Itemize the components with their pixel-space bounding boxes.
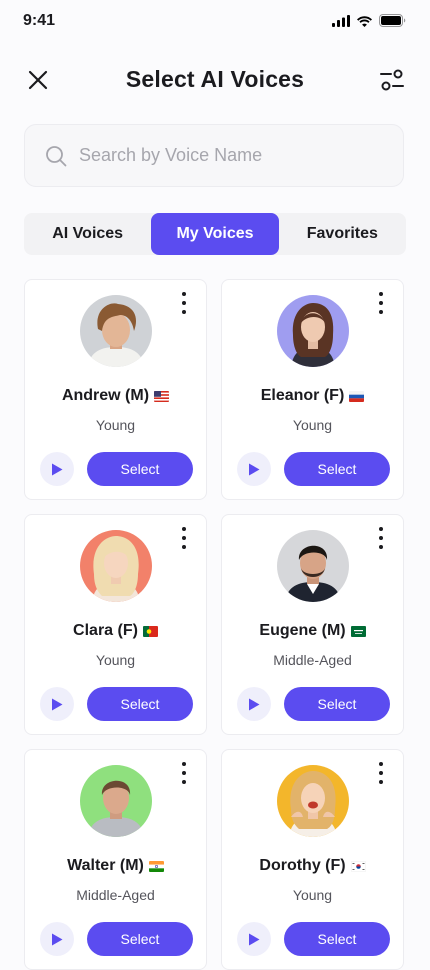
voice-tabs: AI Voices My Voices Favorites [24,213,406,255]
select-button[interactable]: Select [87,922,193,956]
play-icon [52,933,63,945]
play-icon [52,463,63,475]
voice-age: Young [292,887,333,903]
status-bar: 9:41 [0,0,430,44]
play-button[interactable] [40,922,74,956]
more-options-icon[interactable] [178,527,190,549]
voice-age: Middle-Aged [273,652,352,668]
search-input[interactable] [77,144,381,167]
more-options-icon[interactable] [178,762,190,784]
voice-card-dorothy: Dorothy (F) Young Select [221,749,404,970]
play-icon [249,698,260,710]
voice-name: Clara (F) [25,622,206,640]
play-icon [52,698,63,710]
more-options-icon[interactable] [375,292,387,314]
select-button[interactable]: Select [284,922,390,956]
status-icons [332,14,406,27]
signal-icon [332,14,350,27]
voice-name: Walter (M) [25,857,206,875]
more-options-icon[interactable] [178,292,190,314]
select-button[interactable]: Select [284,687,390,721]
voice-age: Young [95,417,136,433]
search-box[interactable] [24,124,404,187]
play-button[interactable] [237,687,271,721]
avatar [80,295,152,367]
tab-my-voices[interactable]: My Voices [151,213,279,255]
voice-age: Young [292,417,333,433]
play-button[interactable] [40,452,74,486]
voice-card-andrew: Andrew (M) Young Select [24,279,207,500]
avatar [277,295,349,367]
play-icon [249,933,260,945]
avatar [277,530,349,602]
sa-flag-icon [350,625,366,637]
voice-card-clara: Clara (F) Young Select [24,514,207,735]
more-options-icon[interactable] [375,762,387,784]
voice-name: Eugene (M) [222,622,403,640]
header: Select AI Voices [0,56,430,104]
avatar [80,530,152,602]
voice-name-text: Eugene (M) [259,622,346,639]
wifi-icon [357,15,372,27]
filter-button[interactable] [376,64,408,96]
play-button[interactable] [237,922,271,956]
in-flag-icon [148,860,164,872]
voice-name: Eleanor (F) [222,387,403,405]
play-button[interactable] [237,452,271,486]
voice-name-text: Eleanor (F) [260,387,345,404]
voice-name: Andrew (M) [25,387,206,405]
tab-favorites[interactable]: Favorites [279,213,406,255]
search-icon [46,145,67,166]
filter-icon [380,69,404,91]
voice-age: Middle-Aged [76,887,155,903]
select-button[interactable]: Select [87,452,193,486]
page-title: Select AI Voices [125,66,305,92]
avatar [80,765,152,837]
select-button[interactable]: Select [87,687,193,721]
pt-flag-icon [142,625,158,637]
us-flag-icon [154,390,170,402]
status-time: 9:41 [23,12,56,29]
play-button[interactable] [40,687,74,721]
voice-age: Young [95,652,136,668]
voice-name-text: Andrew (M) [61,387,150,404]
voice-name: Dorothy (F) [222,857,403,875]
voice-name-text: Clara (F) [73,622,138,639]
voice-card-eugene: Eugene (M) Middle-Aged Select [221,514,404,735]
voice-card-eleanor: Eleanor (F) Young Select [221,279,404,500]
voice-card-walter: Walter (M) Middle-Aged Select [24,749,207,970]
avatar [277,765,349,837]
more-options-icon[interactable] [375,527,387,549]
battery-icon [379,14,406,27]
select-button[interactable]: Select [284,452,390,486]
voice-name-text: Walter (M) [67,857,144,874]
tab-ai-voices[interactable]: AI Voices [24,213,151,255]
voice-name-text: Dorothy (F) [259,857,346,874]
ru-flag-icon [349,390,365,402]
play-icon [249,463,260,475]
kr-flag-icon [350,860,366,872]
